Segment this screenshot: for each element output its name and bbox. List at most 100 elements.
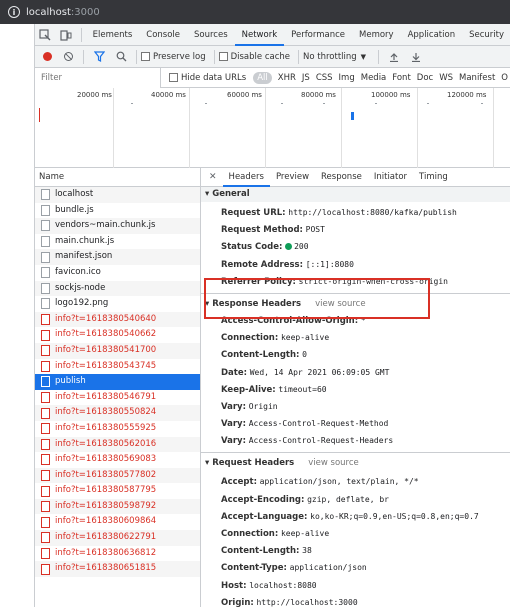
download-icon[interactable] bbox=[405, 46, 427, 68]
name-column-header[interactable]: Name bbox=[35, 168, 200, 187]
clear-icon[interactable] bbox=[64, 52, 73, 61]
request-row[interactable]: info?t=1618380636812 bbox=[35, 546, 200, 562]
tab-preview[interactable]: Preview bbox=[270, 168, 315, 187]
request-name: info?t=1618380540640 bbox=[55, 313, 157, 324]
general-section-header[interactable]: ▾ General bbox=[201, 187, 510, 202]
inspect-icon[interactable] bbox=[35, 24, 56, 46]
request-row[interactable]: publish bbox=[35, 374, 200, 390]
request-row[interactable]: main.chunk.js bbox=[35, 234, 200, 250]
header-key: Accept-Encoding: bbox=[221, 494, 305, 505]
timeline-gridline bbox=[265, 88, 266, 168]
timeline-overview[interactable]: 20000 ms 40000 ms 60000 ms 80000 ms 1000… bbox=[35, 88, 510, 168]
request-row[interactable]: sockjs-node bbox=[35, 280, 200, 297]
header-row: Content-Length: 38 bbox=[201, 542, 510, 559]
device-toolbar-icon[interactable] bbox=[56, 24, 77, 46]
header-value: keep-alive bbox=[280, 333, 330, 343]
info-icon[interactable]: i bbox=[8, 6, 20, 18]
file-icon bbox=[41, 547, 50, 559]
hide-data-urls-checkbox[interactable] bbox=[169, 73, 178, 82]
search-icon[interactable] bbox=[110, 46, 132, 68]
request-row[interactable]: info?t=1618380562016 bbox=[35, 436, 200, 453]
tab-initiator[interactable]: Initiator bbox=[368, 168, 413, 187]
request-row[interactable]: info?t=1618380569083 bbox=[35, 452, 200, 468]
request-row[interactable]: info?t=1618380546791 bbox=[35, 390, 200, 406]
filter-type-all[interactable]: All bbox=[253, 71, 272, 84]
filter-type-js[interactable]: JS bbox=[299, 73, 313, 83]
request-row[interactable]: info?t=1618380541700 bbox=[35, 342, 200, 359]
filter-type-xhr[interactable]: XHR bbox=[275, 73, 299, 83]
request-row[interactable]: localhost bbox=[35, 187, 200, 203]
filter-type-doc[interactable]: Doc bbox=[414, 73, 436, 83]
request-row[interactable]: info?t=1618380622791 bbox=[35, 530, 200, 546]
filter-type-css[interactable]: CSS bbox=[313, 73, 336, 83]
tab-performance[interactable]: Performance bbox=[284, 24, 352, 46]
request-row[interactable]: vendors~main.chunk.js bbox=[35, 218, 200, 234]
tab-response[interactable]: Response bbox=[315, 168, 368, 187]
request-row[interactable]: info?t=1618380540640 bbox=[35, 311, 200, 328]
request-row[interactable]: info?t=1618380587795 bbox=[35, 483, 200, 499]
filter-type-ws[interactable]: WS bbox=[436, 73, 456, 83]
header-value: application/json, text/plain, */* bbox=[259, 477, 419, 487]
disable-cache-checkbox[interactable] bbox=[218, 52, 228, 61]
request-row[interactable]: info?t=1618380651815 bbox=[35, 561, 200, 577]
request-row[interactable]: info?t=1618380577802 bbox=[35, 467, 200, 484]
request-row[interactable]: bundle.js bbox=[35, 203, 200, 219]
chevron-down-icon[interactable]: ▼ bbox=[361, 53, 366, 61]
file-icon bbox=[41, 516, 50, 528]
request-row[interactable]: info?t=1618380543745 bbox=[35, 359, 200, 375]
request-row[interactable]: info?t=1618380598792 bbox=[35, 498, 200, 515]
upload-icon[interactable] bbox=[383, 46, 405, 68]
disable-cache-label: Disable cache bbox=[230, 51, 290, 62]
filter-bar: Hide data URLs All XHR JS CSS Img Media … bbox=[35, 67, 510, 88]
request-row[interactable]: info?t=1618380550824 bbox=[35, 405, 200, 421]
tab-elements[interactable]: Elements bbox=[86, 24, 140, 46]
request-row[interactable]: logo192.png bbox=[35, 296, 200, 312]
file-icon bbox=[41, 532, 50, 544]
tab-console[interactable]: Console bbox=[139, 24, 187, 46]
throttling-select[interactable]: No throttling bbox=[303, 52, 357, 62]
file-icon bbox=[41, 345, 50, 357]
tab-timing[interactable]: Timing bbox=[413, 168, 454, 187]
address-bar[interactable]: i localhost:3000 bbox=[0, 0, 510, 24]
toolbar-separator bbox=[378, 49, 380, 64]
file-icon bbox=[41, 501, 50, 513]
timeline-tick-label: 20000 ms bbox=[77, 91, 112, 99]
tab-memory[interactable]: Memory bbox=[352, 24, 401, 46]
request-row[interactable]: favicon.ico bbox=[35, 265, 200, 281]
request-row[interactable]: info?t=1618380540662 bbox=[35, 327, 200, 343]
general-section-title: General bbox=[212, 189, 250, 199]
request-name: logo192.png bbox=[55, 298, 109, 309]
tab-headers[interactable]: Headers bbox=[222, 168, 270, 187]
page-viewport bbox=[0, 24, 34, 607]
filter-type-other[interactable]: O bbox=[498, 73, 510, 83]
status-ok-icon bbox=[285, 243, 293, 251]
tab-network[interactable]: Network bbox=[234, 24, 285, 46]
file-icon bbox=[41, 282, 50, 294]
request-row[interactable]: info?t=1618380555925 bbox=[35, 421, 200, 437]
filter-icon[interactable] bbox=[88, 46, 110, 68]
file-icon bbox=[41, 251, 50, 263]
tab-security[interactable]: Security bbox=[462, 24, 510, 46]
request-row[interactable]: manifest.json bbox=[35, 249, 200, 265]
file-icon bbox=[41, 360, 50, 372]
filter-type-manifest[interactable]: Manifest bbox=[456, 73, 498, 83]
header-value: POST bbox=[305, 225, 325, 235]
request-headers-section-header[interactable]: ▾ Request Headers view source bbox=[201, 456, 510, 472]
request-view-source-link[interactable]: view source bbox=[308, 458, 359, 468]
filter-type-font[interactable]: Font bbox=[389, 73, 414, 83]
request-row[interactable]: info?t=1618380609864 bbox=[35, 514, 200, 530]
request-headers-title: Request Headers bbox=[212, 458, 295, 469]
file-icon bbox=[41, 392, 50, 404]
filter-type-img[interactable]: Img bbox=[336, 73, 358, 83]
filter-type-media[interactable]: Media bbox=[358, 73, 390, 83]
preserve-log-checkbox[interactable] bbox=[141, 52, 150, 61]
close-icon[interactable]: ✕ bbox=[201, 172, 223, 182]
request-name: info?t=1618380569083 bbox=[55, 454, 157, 465]
filter-input[interactable] bbox=[35, 67, 162, 88]
tab-application[interactable]: Application bbox=[401, 24, 463, 46]
header-row: Date: Wed, 14 Apr 2021 06:09:05 GMT bbox=[201, 364, 510, 381]
header-value: Access-Control-Request-Headers bbox=[248, 436, 394, 446]
timeline-gridline bbox=[493, 88, 494, 168]
tab-sources[interactable]: Sources bbox=[187, 24, 235, 46]
record-icon[interactable] bbox=[43, 52, 52, 61]
